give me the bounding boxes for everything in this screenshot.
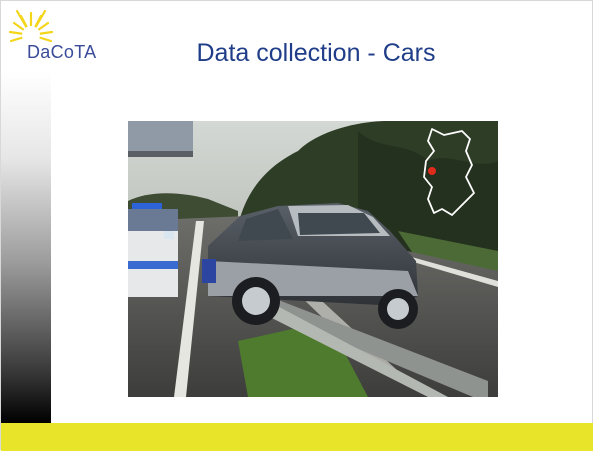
logo-text: DaCoTA (27, 42, 97, 62)
left-gradient-bar (1, 71, 51, 423)
car-on-guardrail-photo (128, 121, 498, 397)
slide: DaCoTA Data collection - Cars (0, 0, 593, 451)
bottom-yellow-bar (1, 423, 593, 451)
dacota-logo: DaCoTA (7, 9, 107, 69)
slide-title: Data collection - Cars (196, 39, 436, 67)
